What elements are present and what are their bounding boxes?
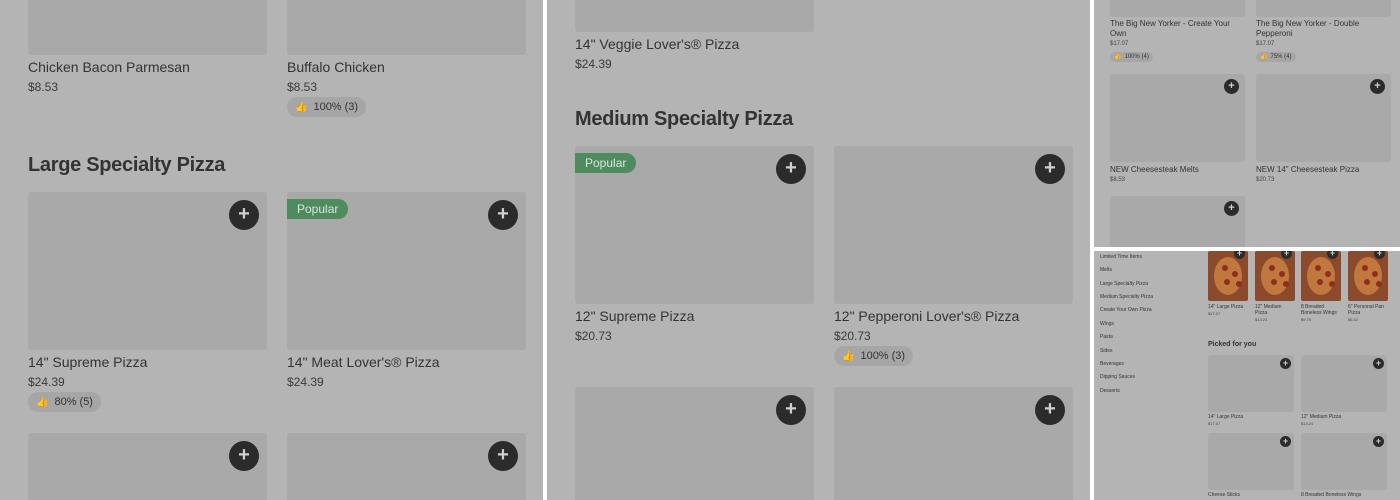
item-name[interactable]: 12" Medium Pizza: [1301, 414, 1341, 420]
add-button[interactable]: +: [1224, 79, 1239, 94]
item-name[interactable]: Chicken Bacon Parmesan: [28, 59, 190, 75]
item-name[interactable]: 14" Veggie Lover's® Pizza: [575, 36, 739, 52]
item-price: $20.73: [1256, 177, 1275, 183]
item-price: $17.07: [1208, 311, 1221, 316]
rating-badge: 👍 100% (4): [1110, 52, 1153, 62]
item-name[interactable]: 14" Supreme Pizza: [28, 354, 147, 370]
item-price: $17.07: [1208, 421, 1221, 426]
item-image[interactable]: [28, 433, 267, 500]
thumbs-up-icon: 👍: [1114, 54, 1122, 60]
category-link[interactable]: Limited Time Items: [1100, 254, 1142, 260]
item-image[interactable]: [28, 0, 267, 55]
category-link[interactable]: Dipping Sauces: [1100, 374, 1135, 380]
pizza-image[interactable]: [1348, 251, 1388, 301]
add-button[interactable]: +: [488, 441, 518, 471]
add-button[interactable]: +: [1224, 201, 1239, 216]
rating-text: 80% (5): [54, 396, 93, 408]
item-name[interactable]: 8 Breaded Boneless Wings: [1301, 492, 1361, 498]
add-button[interactable]: +: [1370, 79, 1385, 94]
category-link[interactable]: Wings: [1100, 321, 1114, 327]
rating-text: 100% (3): [860, 350, 906, 362]
pizza-image[interactable]: [1255, 251, 1295, 301]
item-name[interactable]: NEW 14" Cheesesteak Pizza: [1256, 165, 1359, 175]
item-price: $24.39: [287, 375, 324, 389]
category-link[interactable]: Create Your Own Pizza: [1100, 307, 1152, 313]
item-name[interactable]: 14" Large Pizza: [1208, 414, 1243, 420]
item-image[interactable]: [1110, 0, 1245, 17]
item-price: $8.53: [1110, 177, 1126, 183]
popular-badge: Popular: [575, 153, 637, 173]
thumbs-up-icon: 👍: [842, 351, 855, 362]
add-button[interactable]: +: [1373, 358, 1384, 369]
category-link[interactable]: Beverages: [1100, 361, 1124, 367]
item-name[interactable]: 6" Personal Pan Pizza: [1348, 304, 1388, 316]
item-price: $17.07: [1110, 41, 1129, 47]
item-name[interactable]: 14" Large Pizza: [1208, 304, 1248, 310]
item-name[interactable]: NEW Cheesesteak Melts: [1110, 165, 1199, 175]
menu-panel-overview: Limited Time Items Melts Large Specialty…: [1094, 251, 1400, 500]
category-link[interactable]: Sides: [1100, 348, 1113, 354]
wings-image[interactable]: [1301, 251, 1341, 301]
item-price: $20.73: [575, 329, 612, 343]
item-price: $8.53: [28, 80, 59, 94]
menu-panel-medium-specialty: 14" Veggie Lover's® Pizza $24.39 Medium …: [547, 0, 1090, 500]
item-name[interactable]: 14" Meat Lover's® Pizza: [287, 354, 440, 370]
item-price: $20.73: [834, 329, 871, 343]
rating-badge: 👍 100% (3): [287, 97, 367, 117]
item-price: $13.24: [1301, 421, 1314, 426]
add-button[interactable]: +: [229, 441, 259, 471]
item-image[interactable]: [575, 0, 814, 32]
category-link[interactable]: Desserts: [1100, 388, 1120, 394]
add-button[interactable]: +: [488, 200, 518, 230]
section-title: Picked for you: [1208, 341, 1257, 348]
item-name[interactable]: 12" Supreme Pizza: [575, 308, 694, 324]
add-button[interactable]: +: [776, 395, 806, 425]
item-name[interactable]: 12" Pepperoni Lover's® Pizza: [834, 308, 1019, 324]
rating-badge: 👍 80% (5): [28, 392, 101, 412]
menu-panel-featured-small: The Big New Yorker - Create Your Own $17…: [1094, 0, 1400, 247]
add-button[interactable]: +: [1373, 436, 1384, 447]
section-title: Large Specialty Pizza: [28, 154, 226, 176]
add-button[interactable]: +: [229, 200, 259, 230]
rating-text: 100% (4): [1124, 54, 1149, 60]
menu-panel-large-specialty: Chicken Bacon Parmesan $8.53 Buffalo Chi…: [0, 0, 543, 500]
item-price: $17.07: [1256, 41, 1275, 47]
item-price: $24.39: [28, 375, 65, 389]
thumbs-up-icon: 👍: [1260, 54, 1268, 60]
popular-badge: Popular: [287, 199, 349, 219]
item-price: $24.39: [575, 57, 612, 71]
rating-text: 75% (4): [1270, 54, 1292, 60]
item-name[interactable]: The Big New Yorker - Double Pepperoni: [1256, 19, 1386, 39]
thumbs-up-icon: 👍: [36, 397, 49, 408]
item-name[interactable]: The Big New Yorker - Create Your Own: [1110, 19, 1240, 39]
add-button[interactable]: +: [1280, 436, 1291, 447]
item-name[interactable]: 8 Breaded Boneless Wings: [1301, 304, 1341, 316]
item-image[interactable]: [287, 0, 526, 55]
rating-badge: 👍 75% (4): [1256, 52, 1296, 62]
item-name[interactable]: 12" Medium Pizza: [1255, 304, 1295, 316]
item-price: $8.53: [287, 80, 318, 94]
item-image[interactable]: [287, 433, 526, 500]
item-image[interactable]: [1256, 0, 1391, 17]
add-button[interactable]: +: [1035, 154, 1065, 184]
category-link[interactable]: Medium Specialty Pizza: [1100, 294, 1153, 300]
item-name[interactable]: Cheese Sticks: [1208, 492, 1240, 498]
item-price: $13.24: [1255, 317, 1268, 322]
add-button[interactable]: +: [776, 154, 806, 184]
category-link[interactable]: Melts: [1100, 267, 1112, 273]
thumbs-up-icon: 👍: [295, 102, 308, 113]
add-button[interactable]: +: [1280, 358, 1291, 369]
category-link[interactable]: Large Specialty Pizza: [1100, 281, 1148, 287]
screenshot-collage: Chicken Bacon Parmesan $8.53 Buffalo Chi…: [0, 0, 1400, 500]
category-link[interactable]: Pasta: [1100, 334, 1113, 340]
add-button[interactable]: +: [1035, 395, 1065, 425]
rating-badge: 👍 100% (3): [834, 346, 914, 366]
pizza-image[interactable]: [1208, 251, 1248, 301]
item-price: $9.75: [1301, 317, 1312, 322]
rating-text: 100% (3): [313, 101, 359, 113]
section-title: Medium Specialty Pizza: [575, 108, 793, 130]
item-name[interactable]: Buffalo Chicken: [287, 59, 385, 75]
item-price: $6.32: [1348, 317, 1359, 322]
